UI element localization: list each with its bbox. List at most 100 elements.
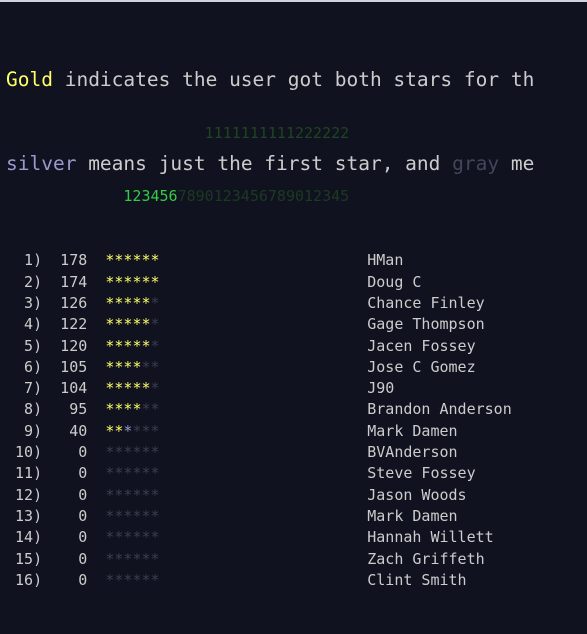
star-gray-icon: * bbox=[150, 549, 160, 568]
row-member-name: Gage Thompson bbox=[367, 315, 485, 334]
row-name-gap bbox=[160, 528, 368, 546]
row-gap bbox=[87, 400, 105, 418]
row-score: 0 bbox=[42, 549, 88, 568]
row-name-gap bbox=[160, 358, 368, 376]
row-stars: ****** bbox=[105, 251, 159, 269]
star-gray-icon: * bbox=[105, 549, 115, 568]
star-gray-icon: * bbox=[114, 549, 124, 568]
row-name-gap bbox=[160, 486, 368, 504]
row-rank: 9) bbox=[6, 421, 43, 440]
leaderboard-row: 8) 95 ****** Brandon Anderson bbox=[6, 399, 512, 420]
star-gray-icon: * bbox=[150, 485, 160, 504]
row-member-name: Clint Smith bbox=[367, 570, 467, 589]
row-score: 0 bbox=[42, 485, 88, 504]
star-gray-icon: * bbox=[123, 528, 133, 547]
star-gold-icon: * bbox=[141, 379, 151, 398]
row-name-gap bbox=[160, 571, 368, 589]
row-stars: ****** bbox=[105, 528, 159, 546]
star-gray-icon: * bbox=[132, 528, 142, 547]
row-member-name: Doug C bbox=[367, 272, 422, 291]
row-stars: ****** bbox=[105, 379, 159, 397]
row-score: 40 bbox=[42, 421, 88, 440]
row-stars: ****** bbox=[105, 294, 159, 312]
terminal-page: Gold indicates the user got both stars f… bbox=[0, 2, 587, 589]
row-stars: ****** bbox=[105, 486, 159, 504]
row-gap bbox=[87, 528, 105, 546]
row-gap bbox=[87, 571, 105, 589]
leaderboard: 1111111111222222 12345678901234567890123… bbox=[6, 80, 512, 634]
star-gray-icon: * bbox=[132, 506, 142, 525]
row-member-name: Jason Woods bbox=[367, 485, 467, 504]
leaderboard-row: 10) 0 ****** BVAnderson bbox=[6, 442, 512, 463]
leaderboard-row: 13) 0 ****** Mark Damen bbox=[6, 506, 512, 527]
star-gray-icon: * bbox=[150, 443, 160, 462]
row-rank: 16) bbox=[6, 570, 43, 589]
row-member-name: HMan bbox=[367, 251, 404, 270]
row-rank: 11) bbox=[6, 464, 43, 483]
star-gray-icon: * bbox=[105, 528, 115, 547]
star-gold-icon: * bbox=[150, 272, 160, 291]
row-gap bbox=[87, 273, 105, 291]
row-stars: ****** bbox=[105, 400, 159, 418]
row-score: 104 bbox=[42, 379, 88, 398]
row-name-gap bbox=[160, 379, 368, 397]
row-rank: 14) bbox=[6, 528, 43, 547]
star-gray-icon: * bbox=[114, 506, 124, 525]
row-member-name: Zach Griffeth bbox=[367, 549, 485, 568]
day-header-ones: 1234567890123456789012345 bbox=[6, 186, 512, 207]
row-name-gap bbox=[160, 550, 368, 568]
row-gap bbox=[87, 251, 105, 269]
row-score: 0 bbox=[42, 464, 88, 483]
row-gap bbox=[87, 358, 105, 376]
row-gap bbox=[87, 379, 105, 397]
row-member-name: BVAnderson bbox=[367, 443, 458, 462]
row-score: 0 bbox=[42, 443, 88, 462]
row-member-name: Mark Damen bbox=[367, 506, 458, 525]
star-gray-icon: * bbox=[141, 443, 151, 462]
day-header-active-days: 123456 bbox=[123, 187, 178, 206]
row-name-gap bbox=[160, 273, 368, 291]
row-name-gap bbox=[160, 294, 368, 312]
row-gap bbox=[87, 315, 105, 333]
leaderboard-row: 7) 104 ****** J90 bbox=[6, 378, 512, 399]
star-gray-icon: * bbox=[150, 528, 160, 547]
row-name-gap bbox=[160, 315, 368, 333]
row-score: 0 bbox=[42, 528, 88, 547]
row-gap bbox=[87, 422, 105, 440]
leaderboard-row: 12) 0 ****** Jason Woods bbox=[6, 485, 512, 506]
star-gray-icon: * bbox=[150, 570, 160, 589]
leaderboard-row: 5) 120 ****** Jacen Fossey bbox=[6, 336, 512, 357]
star-gray-icon: * bbox=[141, 485, 151, 504]
row-rank: 8) bbox=[6, 400, 43, 419]
star-gold-icon: * bbox=[141, 272, 151, 291]
star-gray-icon: * bbox=[150, 400, 160, 419]
row-rank: 12) bbox=[6, 485, 43, 504]
row-rank: 15) bbox=[6, 549, 43, 568]
star-gray-icon: * bbox=[114, 570, 124, 589]
row-rank: 3) bbox=[6, 293, 43, 312]
row-score: 120 bbox=[42, 336, 88, 355]
row-score: 95 bbox=[42, 400, 88, 419]
row-gap bbox=[87, 486, 105, 504]
leaderboard-row: 3) 126 ****** Chance Finley bbox=[6, 293, 512, 314]
row-stars: ****** bbox=[105, 337, 159, 355]
row-name-gap bbox=[160, 400, 368, 418]
leaderboard-row: 6) 105 ****** Jose C Gomez bbox=[6, 357, 512, 378]
star-gold-icon: * bbox=[150, 251, 160, 270]
row-stars: ****** bbox=[105, 571, 159, 589]
row-name-gap bbox=[160, 422, 368, 440]
leaderboard-row: 1) 178 ****** HMan bbox=[6, 250, 512, 271]
star-gray-icon: * bbox=[141, 357, 151, 376]
star-gray-icon: * bbox=[141, 400, 151, 419]
row-rank: 7) bbox=[6, 379, 43, 398]
leaderboard-row: 14) 0 ****** Hannah Willett bbox=[6, 527, 512, 548]
star-gray-icon: * bbox=[123, 570, 133, 589]
star-gray-icon: * bbox=[150, 464, 160, 483]
row-gap bbox=[87, 443, 105, 461]
star-gray-icon: * bbox=[141, 421, 151, 440]
row-rank: 2) bbox=[6, 272, 43, 291]
row-score: 174 bbox=[42, 272, 88, 291]
leaderboard-row: 16) 0 ****** Clint Smith bbox=[6, 570, 512, 591]
star-gray-icon: * bbox=[123, 506, 133, 525]
star-gray-icon: * bbox=[141, 549, 151, 568]
